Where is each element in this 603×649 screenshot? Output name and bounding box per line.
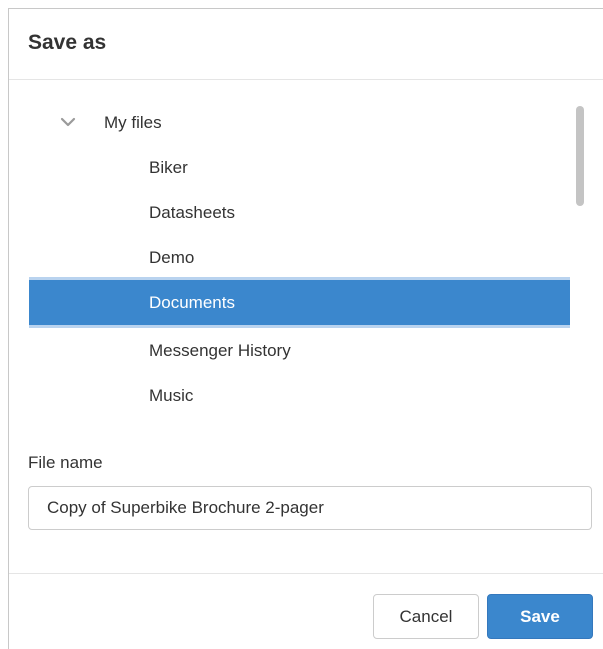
tree-item-documents[interactable]: Documents — [29, 277, 570, 328]
tree-item-label: Music — [149, 386, 194, 405]
dialog-header: Save as — [9, 9, 603, 80]
tree-item-label: My files — [104, 113, 162, 132]
tree-scrollbar[interactable] — [574, 100, 586, 417]
file-name-label: File name — [28, 453, 103, 472]
tree-item-label: Documents — [149, 293, 235, 312]
tree-item-label: Biker — [149, 158, 188, 177]
tree-item-music[interactable]: Music — [29, 373, 570, 417]
tree-item-label: Datasheets — [149, 203, 235, 222]
footer-divider — [9, 573, 603, 574]
tree-item-biker[interactable]: Biker — [29, 145, 570, 190]
scrollbar-thumb[interactable] — [576, 106, 584, 206]
tree-item-label: Messenger History — [149, 341, 291, 360]
tree-item-messenger-history[interactable]: Messenger History — [29, 328, 570, 373]
dialog-title: Save as — [28, 31, 107, 54]
save-as-dialog: Save as My files Biker Datasheets Demo D… — [8, 8, 603, 649]
tree-item-my-files[interactable]: My files — [29, 100, 570, 145]
save-button[interactable]: Save — [487, 594, 593, 639]
tree-item-datasheets[interactable]: Datasheets — [29, 190, 570, 235]
file-name-input[interactable] — [28, 486, 592, 530]
tree-item-demo[interactable]: Demo — [29, 235, 570, 280]
tree-item-label: Demo — [149, 248, 195, 267]
folder-tree[interactable]: My files Biker Datasheets Demo Documents… — [29, 100, 570, 417]
cancel-button[interactable]: Cancel — [373, 594, 479, 639]
chevron-down-icon[interactable] — [59, 113, 77, 131]
